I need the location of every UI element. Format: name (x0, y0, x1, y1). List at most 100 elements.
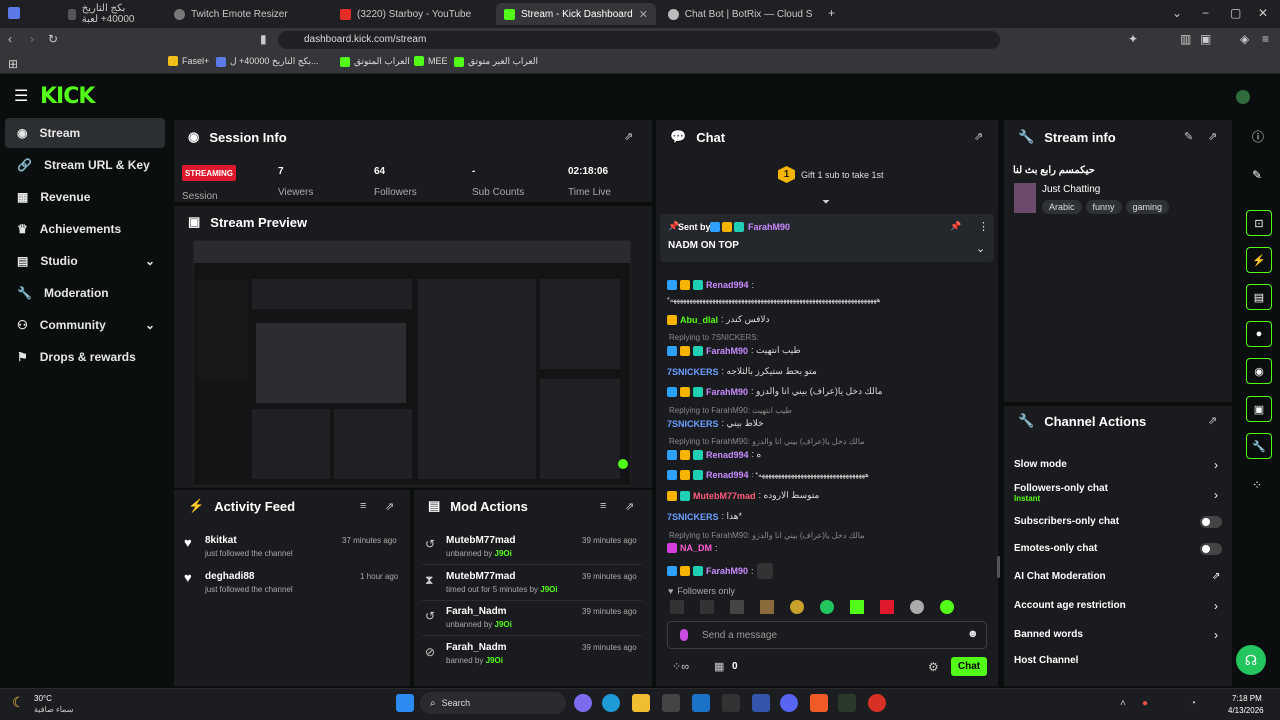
edge-icon[interactable] (602, 694, 620, 712)
emote-icon[interactable] (700, 600, 714, 614)
emote-icon[interactable] (670, 600, 684, 614)
emote-icon[interactable] (730, 600, 744, 614)
reply-reference[interactable]: Replying to FarahM90: مالك دخل يا(عراف) … (669, 531, 865, 540)
sidebar-item-stream-url[interactable]: 🔗 Stream URL & Key (5, 150, 165, 180)
popout-icon[interactable]: ⇗ (624, 130, 633, 143)
popout-icon[interactable]: ⇗ (385, 500, 394, 513)
emote-icon[interactable] (760, 600, 774, 614)
extensions-icon[interactable]: ✦ (1128, 32, 1138, 46)
forward-icon[interactable]: › (30, 32, 34, 46)
mod-target-user[interactable]: Farah_Nadm (446, 606, 507, 617)
popout-icon[interactable]: ⇗ (1208, 414, 1217, 427)
chat-message[interactable]: Renad994: ه (667, 449, 761, 460)
wallet-icon[interactable]: ▣ (1200, 32, 1211, 46)
bookmark-item[interactable]: MEE (414, 56, 448, 66)
emote-icon[interactable] (940, 600, 954, 614)
chat-message[interactable]: MutebM77mad: متوسط الاروده (667, 490, 819, 501)
chevron-right-icon[interactable]: › (1214, 628, 1218, 642)
scroll-down-icon[interactable]: ⏷ (822, 196, 830, 210)
back-icon[interactable]: ‹ (8, 32, 12, 46)
browser-menu-icon[interactable]: ≡ (1262, 32, 1269, 46)
chevron-down-icon[interactable]: ⌄ (976, 242, 985, 255)
chat-message[interactable]: *ههههههههههههههههههههههههههههههههههههههه… (667, 296, 880, 304)
more-options-icon[interactable]: ⋮ (978, 220, 989, 233)
rail-document-button[interactable]: ▤ (1246, 284, 1272, 310)
account-age-item[interactable]: Account age restriction (1014, 600, 1126, 611)
taskbar-search[interactable]: ⌕ Search (420, 692, 566, 714)
chevron-right-icon[interactable]: › (1214, 458, 1218, 472)
slow-mode-item[interactable]: Slow mode (1014, 459, 1067, 470)
subscribers-only-toggle[interactable] (1200, 516, 1222, 528)
sidebar-toggle-icon[interactable]: ▥ (1180, 32, 1191, 46)
unpin-icon[interactable]: 📌 (950, 221, 961, 232)
host-channel-item[interactable]: Host Channel (1014, 655, 1078, 666)
sidebar-item-achievements[interactable]: ♛ Achievements (5, 214, 165, 244)
rail-tools-button[interactable]: 🔧 (1246, 433, 1272, 459)
hamburger-menu-icon[interactable]: ☰ (14, 89, 28, 105)
chat-username[interactable]: MutebM77mad (693, 491, 756, 501)
gift-sub-banner[interactable]: 1 Gift 1 sub to take 1st (778, 166, 884, 183)
chevron-right-icon[interactable]: › (1214, 488, 1218, 502)
chat-message[interactable]: Abu_dlal: دلافس كندر (667, 314, 770, 325)
maximize-icon[interactable]: ▢ (1230, 6, 1241, 20)
settings-gear-icon[interactable]: ⚙ (928, 660, 939, 674)
filter-icon[interactable]: ≡ (360, 500, 366, 512)
chat-message[interactable]: 7SNICKERS: متو بحط ستيكرز بالثلاجه (667, 366, 817, 377)
chevron-down-icon[interactable]: ⌄ (1172, 6, 1182, 20)
emote-icon[interactable] (820, 600, 834, 614)
clock-time[interactable]: 7:18 PM (1232, 694, 1262, 703)
rail-lightning-button[interactable]: ⚡ (1246, 247, 1272, 273)
rail-chat-button[interactable]: ● (1246, 321, 1272, 347)
bookmark-item[interactable]: بكج التاريخ 40000+ ل... (216, 56, 319, 67)
emote-icon[interactable] (880, 600, 894, 614)
dots-icon[interactable]: ⁘ (1252, 478, 1262, 492)
info-icon[interactable]: ⓘ (1252, 130, 1264, 144)
bookmark-item[interactable]: العراب الغير متوتق (454, 56, 538, 67)
app-icon[interactable] (752, 694, 770, 712)
chat-message[interactable]: FarahM90: مالك دخل يا(عراف) بيني انا وال… (667, 386, 882, 397)
clock-date[interactable]: 4/13/2026 (1228, 706, 1264, 715)
chat-username[interactable]: FarahM90 (706, 346, 748, 356)
sidebar-item-drops[interactable]: ⚑ Drops & rewards (5, 342, 165, 372)
app-icon[interactable] (722, 694, 740, 712)
tag-pill[interactable]: Arabic (1042, 200, 1082, 214)
user-avatar[interactable] (1236, 90, 1250, 104)
moderator-name[interactable]: J9Oi (495, 549, 512, 558)
bookmark-icon[interactable]: ▮ (260, 32, 267, 46)
close-tab-icon[interactable]: ✕ (639, 8, 648, 21)
ai-moderation-item[interactable]: AI Chat Moderation (1014, 571, 1106, 582)
chat-username[interactable]: 7SNICKERS (667, 419, 719, 429)
chat-message[interactable]: NA_DM: (667, 543, 718, 553)
chat-username[interactable]: 7SNICKERS (667, 512, 719, 522)
chat-username[interactable]: NA_DM (680, 543, 712, 553)
tag-pill[interactable]: funny (1085, 200, 1122, 214)
browser-tab-active[interactable]: Stream - Kick Dashboard ✕ (496, 3, 656, 25)
sidebar-item-studio[interactable]: ▤ Studio ⌄ (5, 246, 165, 276)
moderator-name[interactable]: J9Oi (540, 585, 557, 594)
discord-icon[interactable] (780, 694, 798, 712)
emote-icon[interactable] (910, 600, 924, 614)
browser-tab[interactable]: بكج التاريخ 40000+ لعبة (60, 3, 160, 25)
wifi-icon[interactable]: ◔ (1190, 697, 1196, 711)
feed-username[interactable]: 8kitkat (205, 535, 237, 546)
support-button[interactable]: ☊ (1236, 645, 1266, 675)
reload-icon[interactable]: ↻ (48, 32, 58, 46)
apps-grid-icon[interactable]: ⊞ (8, 57, 18, 71)
bookmark-item[interactable]: Fasel+ (168, 56, 209, 66)
feed-username[interactable]: deghadi88 (205, 571, 254, 582)
browser-tab[interactable]: (3220) Starboy - YouTube (332, 3, 492, 25)
chat-message[interactable]: Renad994: (667, 280, 754, 290)
windows-start-icon[interactable] (396, 694, 414, 712)
sidebar-item-community[interactable]: ⚇ Community ⌄ (5, 310, 165, 340)
copilot-icon[interactable] (574, 694, 592, 712)
mod-target-user[interactable]: Farah_Nadm (446, 642, 507, 653)
file-explorer-icon[interactable] (632, 694, 650, 712)
filter-icon[interactable]: ≡ (600, 500, 606, 512)
chat-username[interactable]: Renad994 (706, 450, 749, 460)
store-icon[interactable] (662, 694, 680, 712)
browser-menu-icon[interactable] (8, 7, 20, 19)
chat-username[interactable]: Renad994 (706, 280, 749, 290)
emotes-only-toggle[interactable] (1200, 543, 1222, 555)
popout-icon[interactable]: ⇗ (974, 130, 983, 143)
rail-preview-button[interactable]: ▣ (1246, 396, 1272, 422)
